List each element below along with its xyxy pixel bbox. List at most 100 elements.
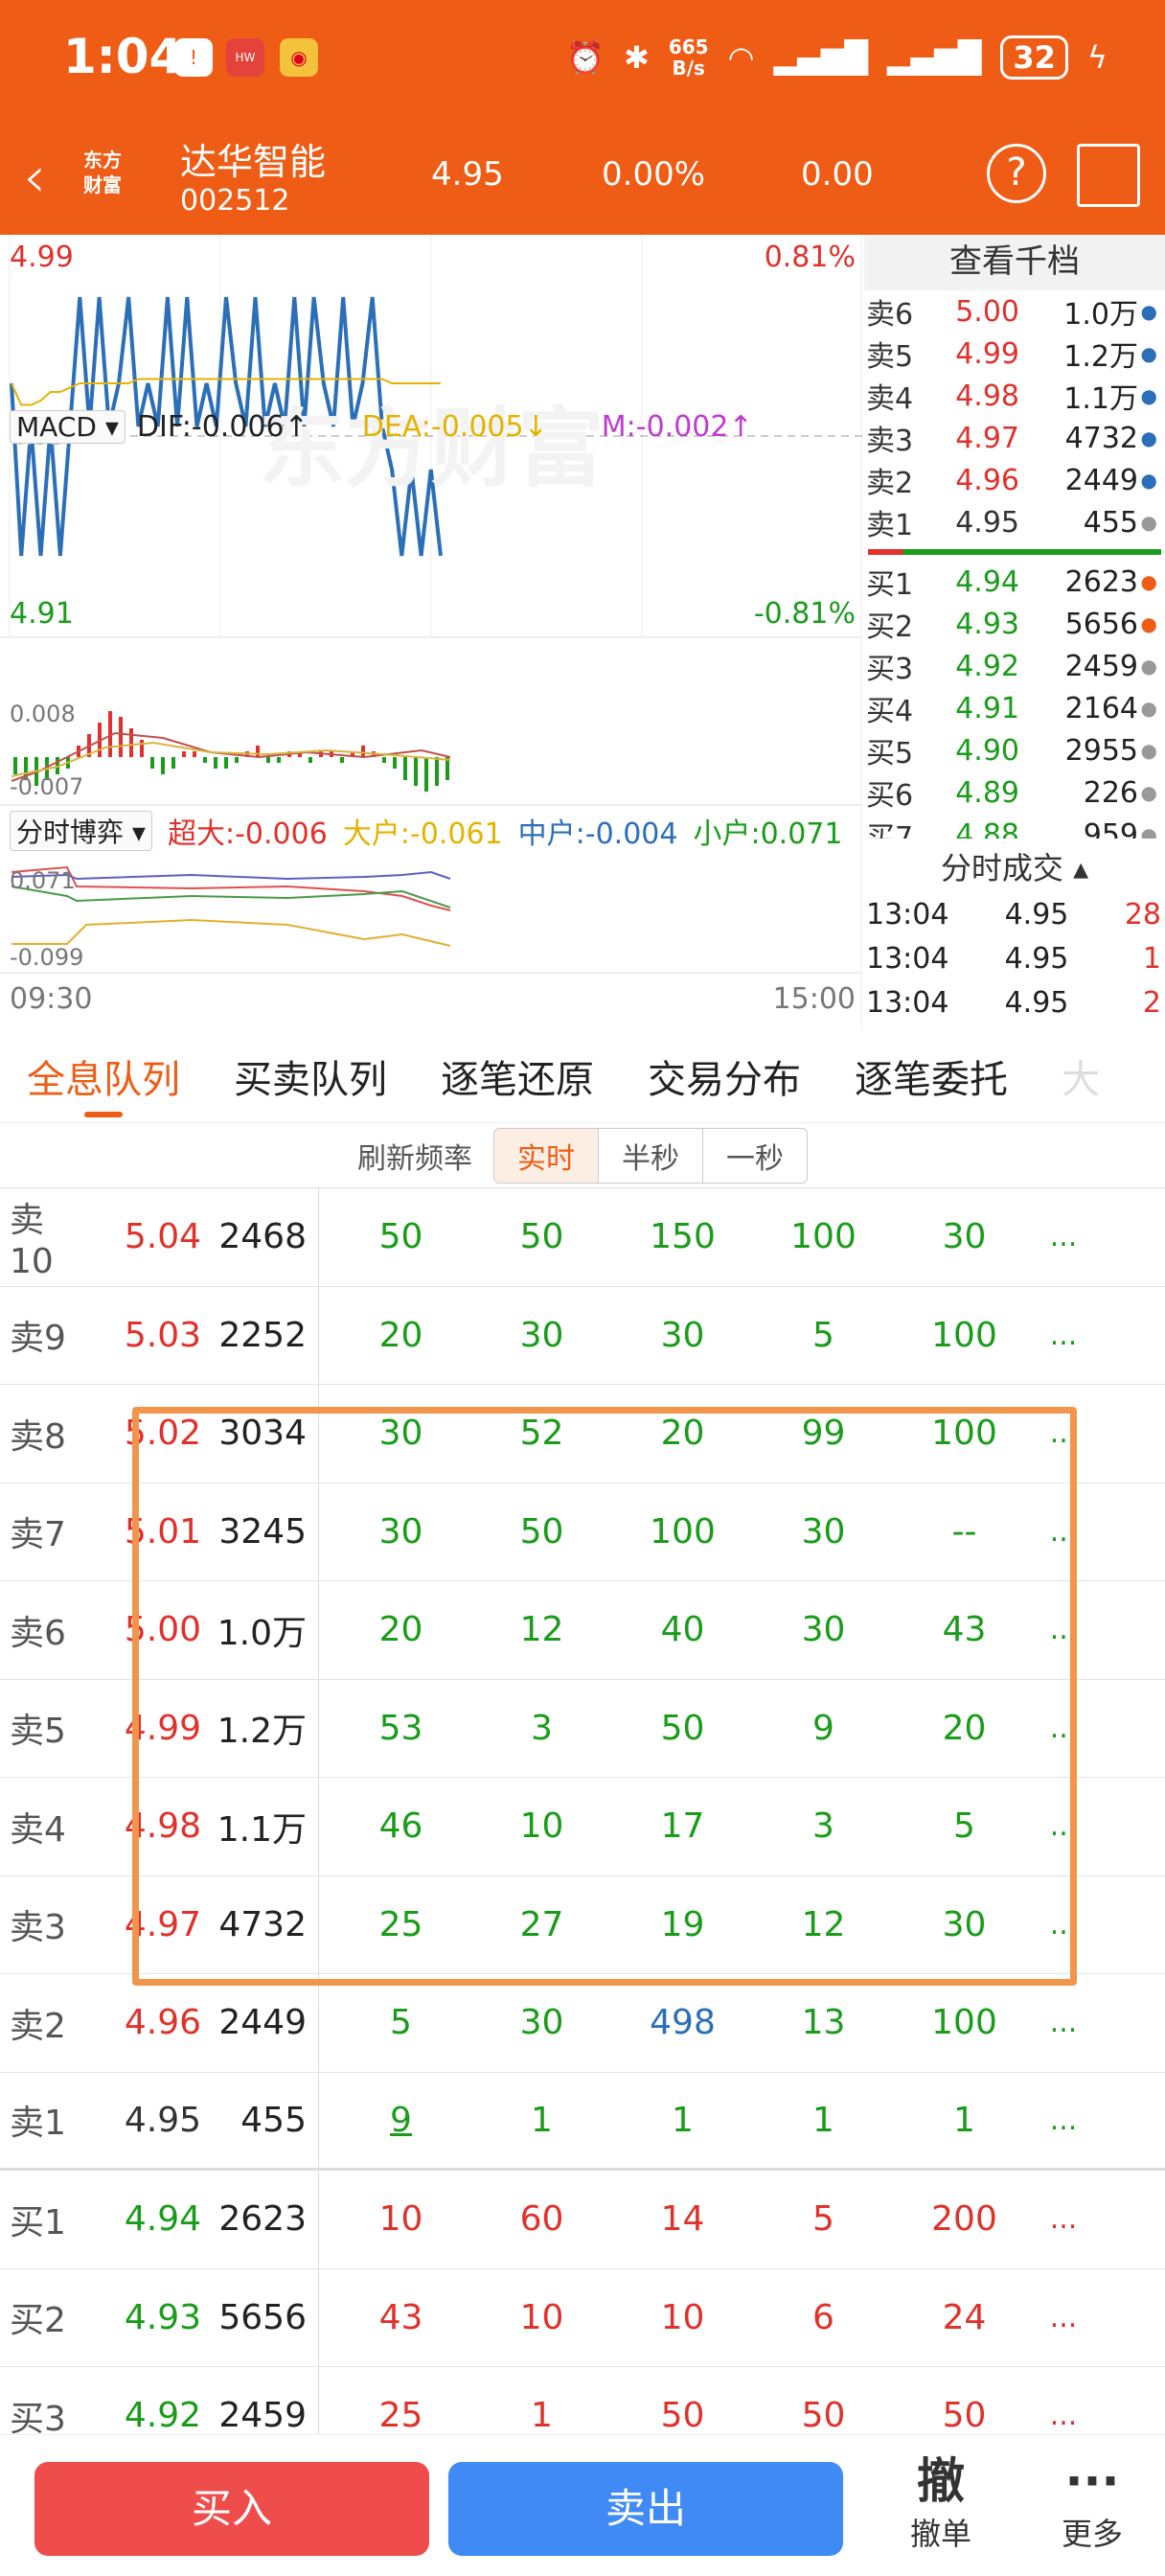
level-label: 买2 [866,610,914,644]
refresh-option[interactable]: 半秒 [599,1128,703,1183]
macd-select[interactable]: MACD ▾ [10,409,126,444]
queue-row[interactable]: 卖7 5.01 3245 30 50 100 30 --... [0,1483,1165,1581]
tab-item[interactable]: 买卖队列 [207,1037,414,1122]
tab-item[interactable]: 逐笔委托 [828,1037,1035,1122]
signal-icon-2: ▂▄▆█ [886,39,982,76]
bo-select-label: 分时博弈 [16,816,125,848]
more-button[interactable]: ··· 更多 [1062,2452,1123,2554]
queue-order: 30 [942,1904,987,1944]
switch-stock-icon[interactable] [1077,144,1140,207]
level-label: 买6 [866,779,914,813]
queue-row[interactable]: 卖4 4.98 1.1万 46 10 17 3 5... [0,1777,1165,1876]
queue-row[interactable]: 买3 4.92 2459 25 1 50 50 50... [0,2366,1165,2434]
queue-more[interactable]: ... [1035,1712,1092,1745]
queue-volume: 1.1万 [217,1809,307,1850]
cancel-order-button[interactable]: 撤 撤单 [910,2452,971,2554]
bo-select[interactable]: 分时博弈 ▾ [10,811,152,851]
queue-row[interactable]: 买2 4.93 5656 43 10 10 6 24... [0,2268,1165,2367]
queue-table[interactable]: 卖10 5.04 2468 50 50 150 100 30... 卖9 5.03 2252 20 30… [0,1188,1165,2434]
queue-row[interactable]: 卖9 5.03 2252 20 30 30 5 100... [0,1286,1165,1385]
macd-bar [382,757,386,763]
level-price: 4.94 [955,564,1019,599]
queue-divider [311,2071,319,2170]
queue-more[interactable]: ... [1035,1220,1092,1254]
tab-item[interactable]: 大 [1035,1037,1127,1122]
queue-level: 卖7 [10,1515,66,1555]
queue-order: 9 [390,2100,412,2140]
queue-more[interactable]: ... [1035,1908,1092,1942]
queue-row[interactable]: 卖10 5.04 2468 50 50 150 100 30... [0,1188,1165,1287]
ask-row: 卖1 4.95 455 ● [864,501,1165,543]
queue-divider [311,1384,319,1483]
tab-item[interactable]: 交易分布 [621,1037,828,1122]
chart-high-pct: 0.81% [764,241,856,274]
level-price: 4.93 [955,607,1019,641]
refresh-option[interactable]: 一秒 [703,1129,807,1183]
tab-item[interactable]: 全息队列 [0,1037,207,1122]
level-label: 买3 [866,653,914,686]
queue-more[interactable]: ... [1035,1515,1092,1549]
queue-order: 30 [519,2003,564,2043]
queue-order: 24 [942,2297,987,2337]
macd-legend: MACD ▾ DIF:-0.006↑ DEA:-0.005↓ M:-0.002↑ [10,407,862,446]
intraday-chart[interactable]: 东方财富 4.99 0.81% 4.91 -0.81% 4.95 MACD ▾ … [0,235,862,1030]
queue-more[interactable]: ... [1035,1613,1092,1646]
queue-order: 6 [812,2297,834,2337]
help-icon[interactable]: ? [987,144,1046,203]
ask-row: 卖4 4.98 1.1万 ● [864,375,1165,417]
more-label: 更多 [1062,2516,1124,2552]
queue-row[interactable]: 卖3 4.97 4732 25 27 19 12 30... [0,1875,1165,1974]
level-label: 买5 [866,737,914,770]
queue-order: 50 [519,1511,564,1552]
ask-row: 卖2 4.96 2449 ● [864,459,1165,501]
queue-level: 买1 [10,2202,66,2242]
level-dot-icon: ● [1140,570,1157,593]
level-dot-icon: ● [1140,384,1157,407]
queue-more[interactable]: ... [1035,2104,1092,2137]
tick-row: 13:04 4.95 28 [864,892,1165,936]
queue-row[interactable]: 卖2 4.96 2449 5 30 498 13 100... [0,1973,1165,2073]
queue-row[interactable]: 买1 4.94 2623 10 60 14 5 200... [0,2170,1165,2269]
bid-row: 买4 4.91 2164 ● [864,687,1165,729]
ticks-title[interactable]: 分时成交 ▴ [864,844,1165,892]
queue-more[interactable]: ... [1035,2006,1092,2039]
queue-divider [311,1679,319,1778]
queue-price: 4.97 [124,1904,201,1944]
macd-dea: DEA:-0.005↓ [361,409,548,444]
bo-super: 超大:-0.006 [167,817,328,851]
price-chart-svg [0,235,862,974]
queue-more[interactable]: ... [1035,1809,1092,1843]
queue-divider [311,2366,319,2434]
queue-row[interactable]: 卖1 4.95 455 9 1 1 1 1... [0,2071,1165,2171]
queue-more[interactable]: ... [1035,2202,1092,2236]
queue-row[interactable]: 卖8 5.02 3034 30 52 20 99 100... [0,1384,1165,1484]
queue-order: 99 [801,1414,846,1454]
queue-more[interactable]: ... [1035,2399,1092,2432]
refresh-option[interactable]: 实时 [494,1128,599,1183]
back-arrow-icon[interactable]: ‹ [23,144,46,211]
macd-bar [403,757,407,780]
queue-order: 1 [531,2396,553,2434]
queue-more[interactable]: ... [1035,1416,1092,1450]
buy-button[interactable]: 买入 [34,2462,429,2556]
queue-row[interactable]: 卖5 4.99 1.2万 53 3 50 9 20... [0,1679,1165,1778]
queue-order: 1 [531,2100,553,2140]
macd-dif: DIF:-0.006↑ [136,409,308,444]
queue-more[interactable]: ... [1035,1319,1092,1352]
sell-button[interactable]: 卖出 [448,2462,843,2556]
queue-more[interactable]: ... [1035,2301,1092,2334]
level-dot-icon: ● [1140,655,1157,678]
tab-item[interactable]: 逐笔还原 [414,1037,621,1122]
level-price: 4.89 [955,775,1019,810]
queue-price: 5.01 [124,1511,201,1552]
level-volume: 226 [1083,775,1138,810]
queue-row[interactable]: 卖6 5.00 1.0万 20 12 40 30 43... [0,1580,1165,1680]
queue-order: 100 [790,1217,857,1257]
view-depth-button[interactable]: 查看千档 [864,235,1165,290]
bo-mid: 中户:-0.004 [517,817,678,851]
level-dot-icon: ● [1140,781,1157,804]
bo-legend: 分时博弈 ▾ 超大:-0.006 大户:-0.061 中户:-0.004 小户:… [10,811,862,851]
queue-price: 4.95 [124,2100,201,2140]
level-volume: 1.1万 [1063,382,1138,416]
chart-high: 4.99 [10,241,74,274]
